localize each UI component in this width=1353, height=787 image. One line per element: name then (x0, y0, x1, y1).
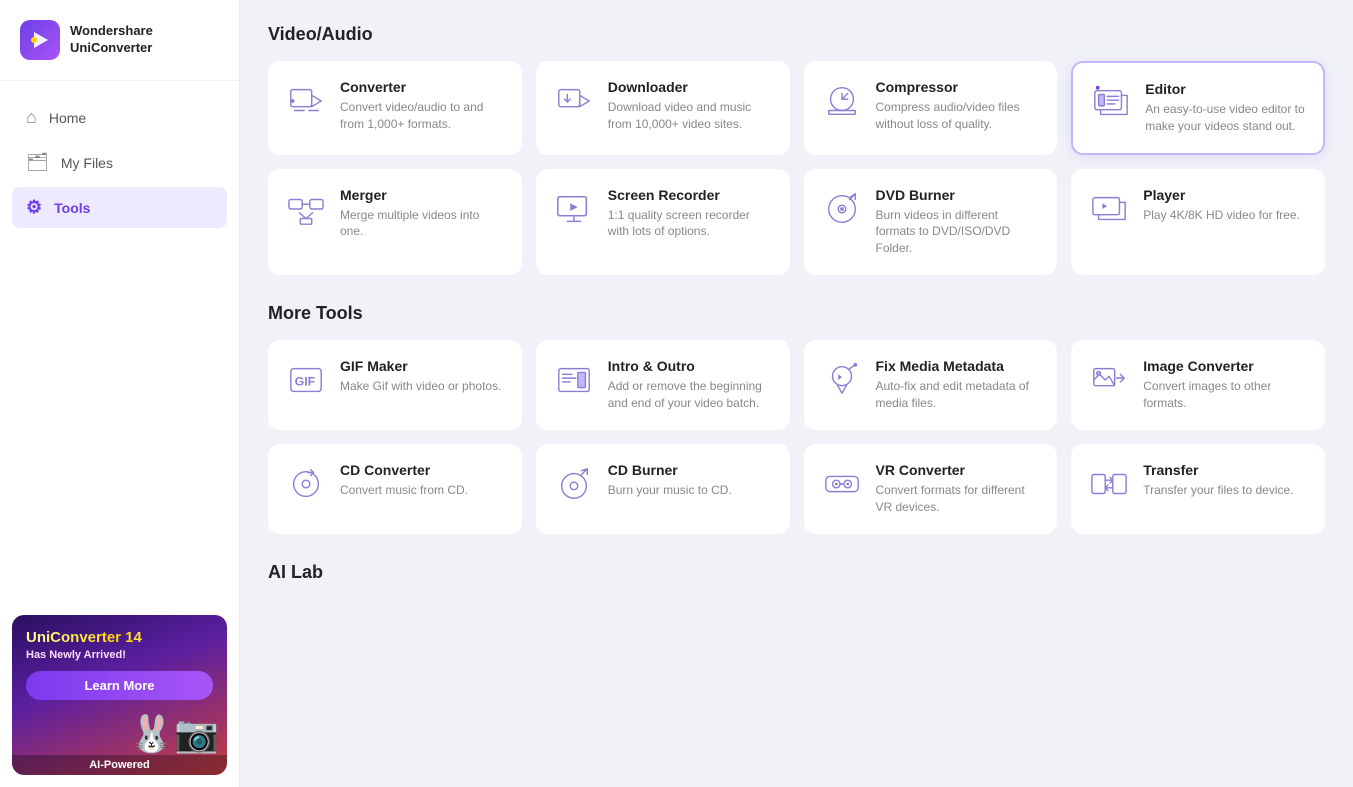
vr-converter-name: VR Converter (876, 462, 1042, 478)
gif-maker-name: GIF Maker (340, 358, 506, 374)
player-name: Player (1143, 187, 1309, 203)
image-converter-desc: Convert images to other formats. (1143, 378, 1309, 412)
nav-myfiles[interactable]: 🗂 My Files (12, 142, 227, 183)
transfer-icon (1087, 462, 1131, 506)
tool-cd-converter[interactable]: CD Converter Convert music from CD. (268, 444, 522, 534)
converter-icon (284, 79, 328, 123)
ai-lab-title: AI Lab (268, 562, 1325, 583)
editor-icon (1089, 81, 1133, 125)
learn-more-button[interactable]: Learn More (26, 671, 213, 700)
video-audio-grid: Converter Convert video/audio to and fro… (268, 61, 1325, 275)
compressor-name: Compressor (876, 79, 1042, 95)
compressor-icon (820, 79, 864, 123)
tool-compressor[interactable]: Compressor Compress audio/video files wi… (804, 61, 1058, 155)
dvd-burner-name: DVD Burner (876, 187, 1042, 203)
cd-converter-icon (284, 462, 328, 506)
cd-burner-name: CD Burner (608, 462, 774, 478)
tool-vr-converter[interactable]: VR Converter Convert formats for differe… (804, 444, 1058, 534)
fix-metadata-desc: Auto-fix and edit metadata of media file… (876, 378, 1042, 412)
merger-icon (284, 187, 328, 231)
more-tools-section: More Tools GIF GIF Maker Make Gif with v… (268, 303, 1325, 534)
merger-desc: Merge multiple videos into one. (340, 207, 506, 241)
tool-converter[interactable]: Converter Convert video/audio to and fro… (268, 61, 522, 155)
app-name: Wondershare UniConverter (70, 23, 153, 57)
cd-converter-desc: Convert music from CD. (340, 482, 506, 499)
app-logo: Wondershare UniConverter (0, 0, 239, 81)
nav-home[interactable]: ⌂ Home (12, 97, 227, 138)
image-converter-name: Image Converter (1143, 358, 1309, 374)
screen-recorder-icon (552, 187, 596, 231)
intro-outro-icon (552, 358, 596, 402)
nav-tools[interactable]: ⚙ Tools (12, 187, 227, 228)
tool-image-converter[interactable]: Image Converter Convert images to other … (1071, 340, 1325, 430)
tool-player[interactable]: Player Play 4K/8K HD video for free. (1071, 169, 1325, 275)
image-converter-icon (1087, 358, 1131, 402)
screen-recorder-desc: 1:1 quality screen recorder with lots of… (608, 207, 774, 241)
promo-banner: UniConverter 14 Has Newly Arrived! Learn… (12, 615, 227, 775)
gif-maker-desc: Make Gif with video or photos. (340, 378, 506, 395)
tool-transfer[interactable]: Transfer Transfer your files to device. (1071, 444, 1325, 534)
merger-name: Merger (340, 187, 506, 203)
tool-editor[interactable]: Editor An easy-to-use video editor to ma… (1071, 61, 1325, 155)
banner-title-line2: Has Newly Arrived! (26, 649, 213, 661)
editor-name: Editor (1145, 81, 1307, 97)
logo-icon (20, 20, 60, 60)
transfer-desc: Transfer your files to device. (1143, 482, 1309, 499)
fix-metadata-name: Fix Media Metadata (876, 358, 1042, 374)
tool-gif-maker[interactable]: GIF GIF Maker Make Gif with video or pho… (268, 340, 522, 430)
player-icon (1087, 187, 1131, 231)
screen-recorder-name: Screen Recorder (608, 187, 774, 203)
cd-burner-icon (552, 462, 596, 506)
tool-downloader[interactable]: Downloader Download video and music from… (536, 61, 790, 155)
downloader-name: Downloader (608, 79, 774, 95)
vr-converter-desc: Convert formats for different VR devices… (876, 482, 1042, 516)
intro-outro-desc: Add or remove the beginning and end of y… (608, 378, 774, 412)
cd-converter-name: CD Converter (340, 462, 506, 478)
tool-fix-metadata[interactable]: Fix Media Metadata Auto-fix and edit met… (804, 340, 1058, 430)
tool-intro-outro[interactable]: Intro & Outro Add or remove the beginnin… (536, 340, 790, 430)
vr-converter-icon (820, 462, 864, 506)
sidebar: Wondershare UniConverter ⌂ Home 🗂 My Fil… (0, 0, 240, 787)
transfer-name: Transfer (1143, 462, 1309, 478)
player-desc: Play 4K/8K HD video for free. (1143, 207, 1309, 224)
banner-decoration: 🐰📷 (129, 713, 219, 755)
cd-burner-desc: Burn your music to CD. (608, 482, 774, 499)
downloader-icon (552, 79, 596, 123)
files-icon: 🗂 (26, 152, 49, 173)
video-audio-title: Video/Audio (268, 24, 1325, 45)
fix-metadata-icon (820, 358, 864, 402)
banner-title-line1: UniConverter 14 (26, 629, 213, 647)
more-tools-title: More Tools (268, 303, 1325, 324)
tool-screen-recorder[interactable]: Screen Recorder 1:1 quality screen recor… (536, 169, 790, 275)
tool-cd-burner[interactable]: CD Burner Burn your music to CD. (536, 444, 790, 534)
dvd-burner-desc: Burn videos in different formats to DVD/… (876, 207, 1042, 257)
tools-icon: ⚙ (26, 197, 42, 218)
converter-name: Converter (340, 79, 506, 95)
dvd-burner-icon (820, 187, 864, 231)
compressor-desc: Compress audio/video files without loss … (876, 99, 1042, 133)
gif-maker-icon: GIF (284, 358, 328, 402)
ai-lab-section: AI Lab (268, 562, 1325, 583)
more-tools-grid: GIF GIF Maker Make Gif with video or pho… (268, 340, 1325, 534)
nav-menu: ⌂ Home 🗂 My Files ⚙ Tools (0, 81, 239, 603)
tool-dvd-burner[interactable]: DVD Burner Burn videos in different form… (804, 169, 1058, 275)
converter-desc: Convert video/audio to and from 1,000+ f… (340, 99, 506, 133)
intro-outro-name: Intro & Outro (608, 358, 774, 374)
video-audio-section: Video/Audio Converter Convert video/audi… (268, 24, 1325, 275)
editor-desc: An easy-to-use video editor to make your… (1145, 101, 1307, 135)
svg-text:GIF: GIF (295, 375, 316, 389)
home-icon: ⌂ (26, 107, 37, 128)
downloader-desc: Download video and music from 10,000+ vi… (608, 99, 774, 133)
tool-merger[interactable]: Merger Merge multiple videos into one. (268, 169, 522, 275)
main-content: Video/Audio Converter Convert video/audi… (240, 0, 1353, 787)
banner-footer: AI-Powered (12, 755, 227, 775)
